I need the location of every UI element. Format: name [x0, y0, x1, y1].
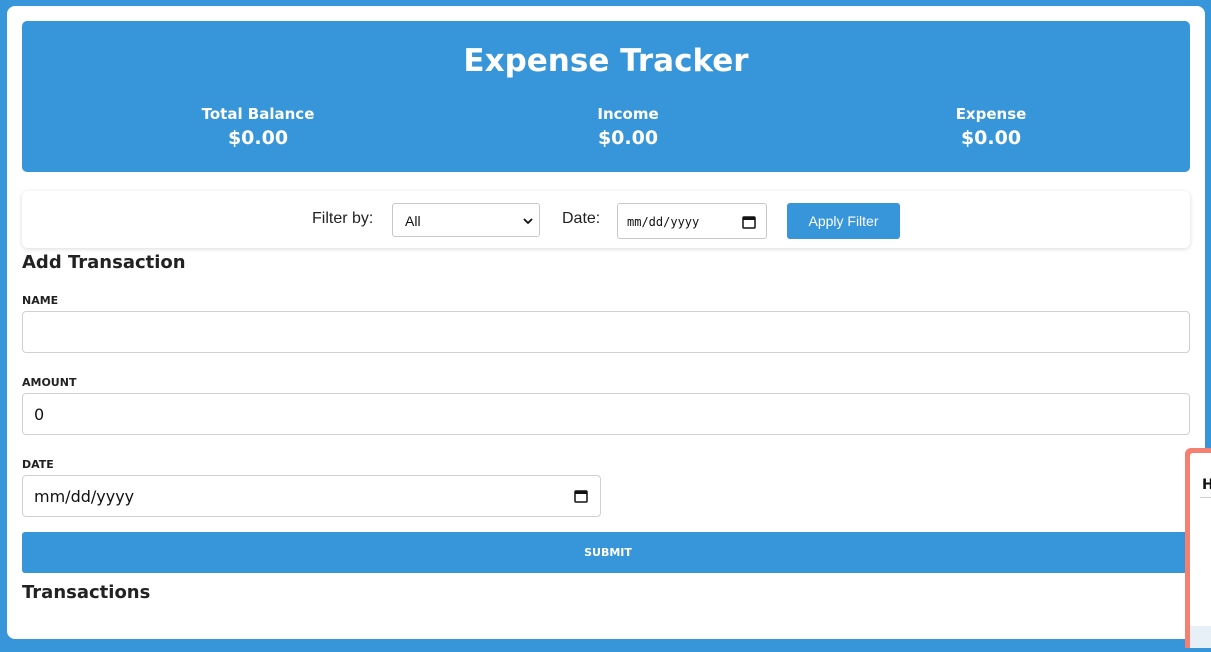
amount-input-value: 0	[34, 405, 45, 424]
divider	[1200, 497, 1211, 498]
date-filter-label: Date:	[562, 210, 601, 227]
summary-header: Expense Tracker Total Balance $0.00 Inco…	[22, 21, 1190, 172]
filter-date-input[interactable]: mm/dd/yyyy	[617, 203, 767, 239]
total-balance-label: Total Balance	[201, 105, 315, 123]
total-balance-card: Total Balance $0.00	[158, 105, 358, 149]
side-popup-heading: H	[1202, 477, 1211, 493]
filter-type-value: All	[405, 213, 421, 229]
add-transaction-title: Add Transaction	[22, 252, 186, 273]
date-input-placeholder: mm/dd/yyyy	[34, 487, 135, 506]
date-label: DATE	[22, 458, 54, 471]
date-input[interactable]: mm/dd/yyyy	[22, 475, 601, 517]
expense-label: Expense	[955, 105, 1027, 123]
income-label: Income	[597, 105, 659, 123]
amount-input[interactable]: 0	[22, 393, 1190, 435]
apply-filter-button[interactable]: Apply Filter	[787, 203, 900, 239]
filter-date-placeholder: mm/dd/yyyy	[627, 215, 700, 229]
calendar-icon[interactable]	[742, 215, 756, 229]
income-value: $0.00	[597, 127, 659, 149]
amount-label: AMOUNT	[22, 376, 77, 389]
filter-type-select[interactable]: All	[392, 203, 540, 237]
filter-by-label: Filter by:	[312, 210, 374, 227]
transactions-title: Transactions	[22, 582, 151, 603]
income-card: Income $0.00	[528, 105, 728, 149]
chevron-down-icon	[523, 218, 533, 225]
app-title: Expense Tracker	[463, 43, 749, 79]
side-popup[interactable]: H	[1185, 448, 1211, 648]
submit-button[interactable]: SUBMIT	[22, 532, 1194, 573]
filter-bar: Filter by: All Date: mm/dd/yyyy Apply Fi…	[22, 191, 1190, 248]
expense-card: Expense $0.00	[891, 105, 1091, 149]
name-input[interactable]	[22, 311, 1190, 353]
calendar-icon[interactable]	[574, 489, 588, 503]
app-container: Expense Tracker Total Balance $0.00 Inco…	[7, 6, 1205, 639]
expense-value: $0.00	[960, 127, 1022, 149]
name-label: NAME	[22, 294, 59, 307]
total-balance-value: $0.00	[227, 127, 289, 149]
side-popup-body: H	[1190, 453, 1211, 648]
side-popup-footer	[1190, 626, 1211, 648]
